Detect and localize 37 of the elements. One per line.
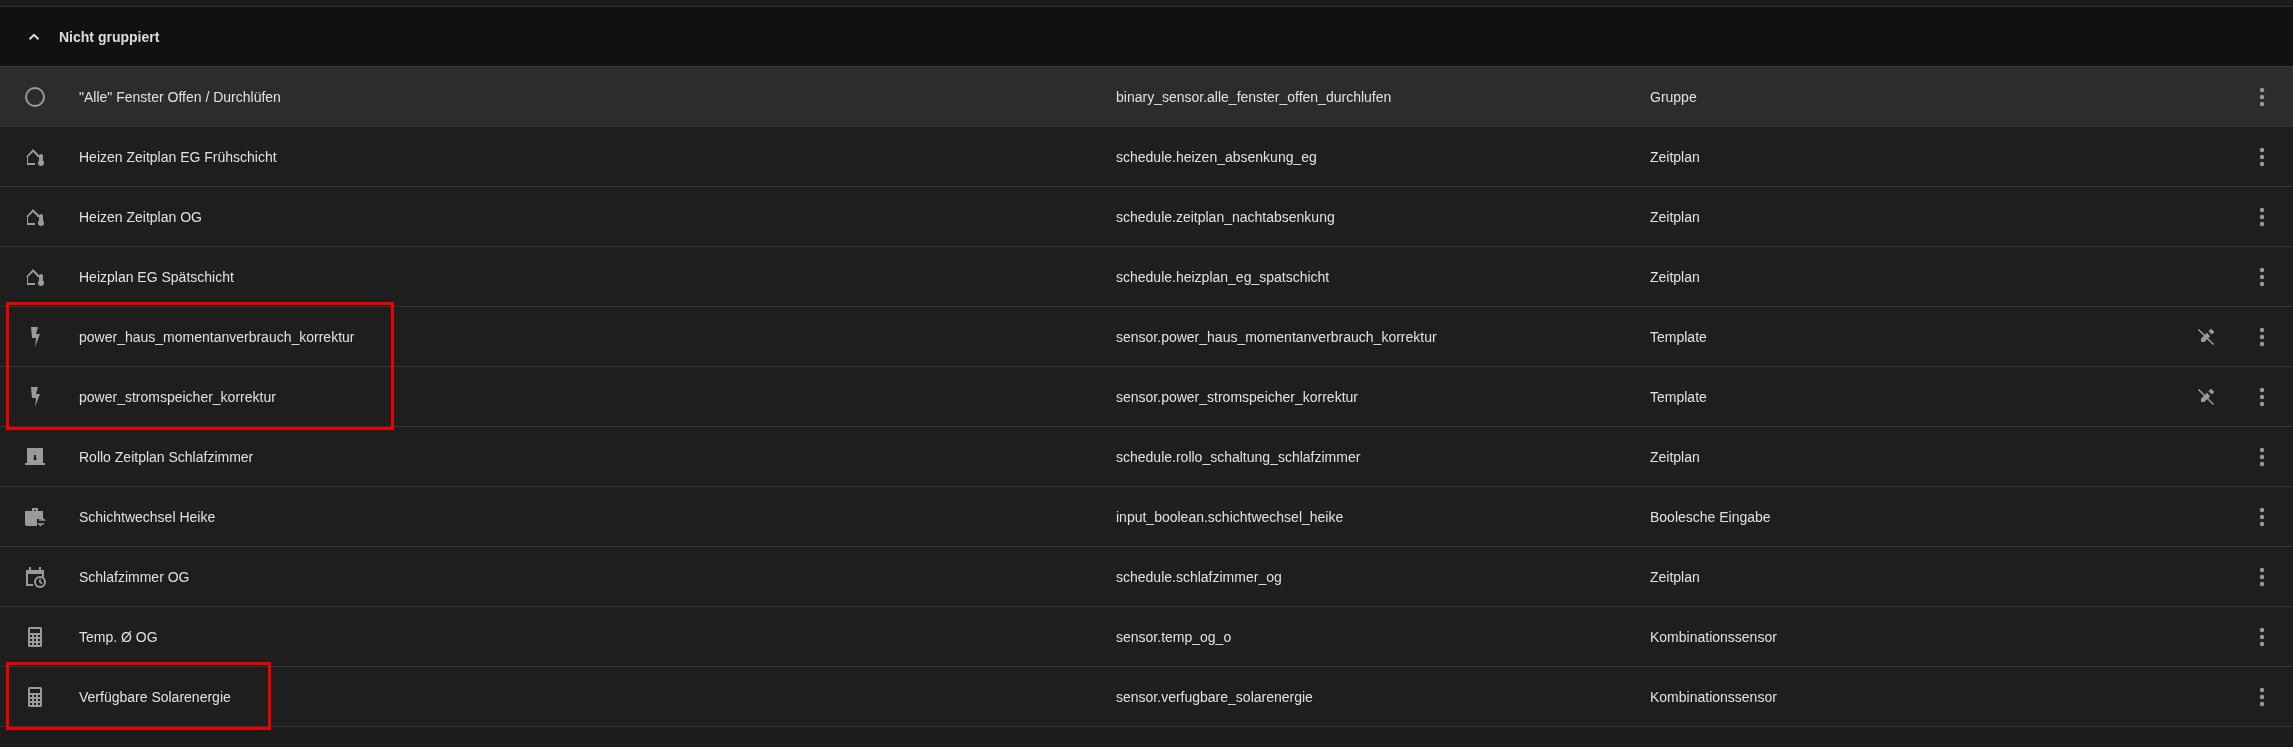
integration-type: Kombinationssensor [1650, 628, 1778, 645]
entity-id: schedule.rollo_schaltung_schlafzimmer [1116, 448, 1362, 465]
entity-name: Temp. Ø OG [79, 628, 159, 645]
entity-name: Heizen Zeitplan EG Frühschicht [79, 148, 278, 165]
integration-type: Boolesche Eingabe [1650, 508, 1772, 525]
integration-type: Zeitplan [1650, 448, 1701, 465]
entity-id: schedule.schlafzimmer_og [1116, 568, 1283, 585]
integration-type: Zeitplan [1650, 568, 1701, 585]
calendar-clock-icon [23, 564, 47, 589]
integration-type: Kombinationssensor [1650, 688, 1778, 705]
entity-name: Verfügbare Solarenergie [79, 688, 232, 705]
entity-id: schedule.heizen_absenkung_eg [1116, 148, 1318, 165]
entity-name: "Alle" Fenster Offen / Durchlüfen [79, 88, 282, 105]
integration-type: Zeitplan [1650, 148, 1701, 165]
integration-type: Zeitplan [1650, 268, 1701, 285]
entity-name: Heizen Zeitplan OG [79, 208, 203, 225]
entity-id: sensor.temp_og_o [1116, 628, 1233, 645]
integration-type: Template [1650, 388, 1708, 405]
entity-name: Schichtwechsel Heike [79, 508, 217, 525]
entity-name: power_haus_momentanverbrauch_korrektur [79, 328, 356, 345]
entity-id: sensor.power_haus_momentanverbrauch_korrektur [1116, 328, 1438, 345]
entity-id: schedule.heizplan_eg_spatschicht [1116, 268, 1331, 285]
entity-id: binary_sensor.alle_fenster_offen_durchlufen [1116, 88, 1393, 105]
entity-id: schedule.zeitplan_nachtabsenkung [1116, 208, 1336, 225]
integration-type: Zeitplan [1650, 208, 1701, 225]
entity-name: Heizplan EG Spätschicht [79, 268, 235, 285]
group-title: Nicht gruppiert [59, 28, 160, 45]
entity-name: Rollo Zeitplan Schlafzimmer [79, 448, 255, 465]
circle-icon [23, 84, 47, 109]
table-row[interactable]: "Alle" Fenster Offen / Durchlüfen binary_sensor.alle_fenster_offen_durchlufen Gruppe [0, 67, 2293, 127]
entity-id: sensor.verfugbare_solarenergie [1116, 688, 1314, 705]
integration-type: Template [1650, 328, 1708, 345]
entity-id: input_boolean.schichtwechsel_heike [1116, 508, 1345, 525]
entity-id: sensor.power_stromspeicher_korrektur [1116, 388, 1359, 405]
entity-name: power_stromspeicher_korrektur [79, 388, 277, 405]
entity-name: Schlafzimmer OG [79, 568, 191, 585]
integration-type: Gruppe [1650, 88, 1698, 105]
